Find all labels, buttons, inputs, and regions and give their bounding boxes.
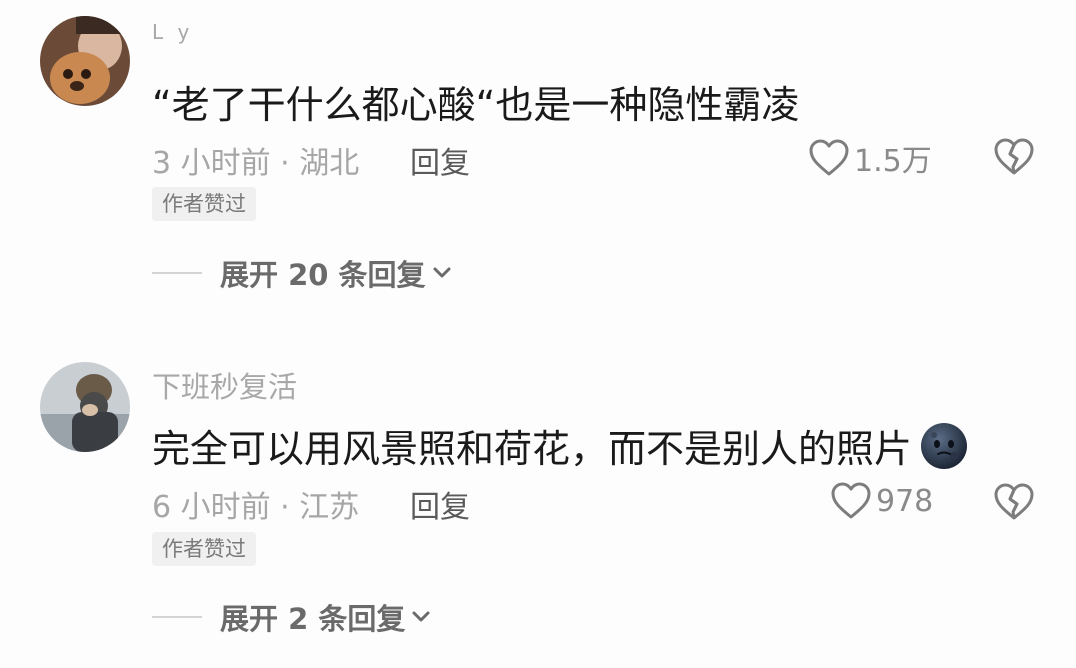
dislike-button[interactable]	[994, 482, 1034, 526]
expand-replies-label: 展开 2 条回复	[220, 602, 406, 636]
comment-text: 完全可以用风景照和荷花，而不是别人的照片	[152, 418, 968, 473]
avatar[interactable]	[40, 362, 130, 452]
dislike-button[interactable]	[994, 137, 1034, 181]
like-count: 978	[876, 483, 934, 519]
comment-text: “老了干什么都心酸“也是一种隐性霸凌	[152, 83, 800, 127]
heart-outline-icon	[830, 481, 872, 521]
timestamp-location: 6 小时前 · 江苏	[152, 490, 360, 525]
expand-replies-label: 展开 20 条回复	[220, 258, 426, 292]
timestamp-location: 3 小时前 · 湖北	[152, 146, 360, 181]
broken-heart-icon	[994, 137, 1034, 177]
like-button[interactable]: 1.5万	[808, 136, 932, 180]
comment-item: 下班秒复活 完全可以用风景照和荷花，而不是别人的照片 6 小时前 · 江苏 回复	[0, 340, 1076, 660]
chevron-down-icon	[432, 266, 452, 280]
expand-replies-button[interactable]: 展开 2 条回复	[152, 596, 431, 638]
like-button[interactable]: 978	[830, 481, 933, 521]
comment-item: L y “老了干什么都心酸“也是一种隐性霸凌 3 小时前 · 湖北 回复 1.5…	[0, 0, 1076, 320]
like-count: 1.5万	[854, 144, 932, 179]
username[interactable]: 下班秒复活	[152, 364, 297, 406]
author-liked-badge: 作者赞过	[152, 187, 256, 221]
reply-button[interactable]: 回复	[410, 138, 470, 182]
reply-button[interactable]: 回复	[410, 482, 470, 526]
broken-heart-icon	[994, 482, 1034, 522]
author-liked-badge: 作者赞过	[152, 532, 256, 566]
username[interactable]: L y	[152, 20, 193, 44]
divider	[152, 616, 202, 618]
moon-face-emoji	[920, 422, 968, 470]
heart-outline-icon	[808, 138, 850, 178]
expand-replies-button[interactable]: 展开 20 条回复	[152, 252, 452, 294]
divider	[152, 272, 202, 274]
comment-text-content: 完全可以用风景照和荷花，而不是别人的照片	[152, 427, 913, 471]
chevron-down-icon	[411, 610, 431, 624]
avatar[interactable]	[40, 16, 130, 106]
